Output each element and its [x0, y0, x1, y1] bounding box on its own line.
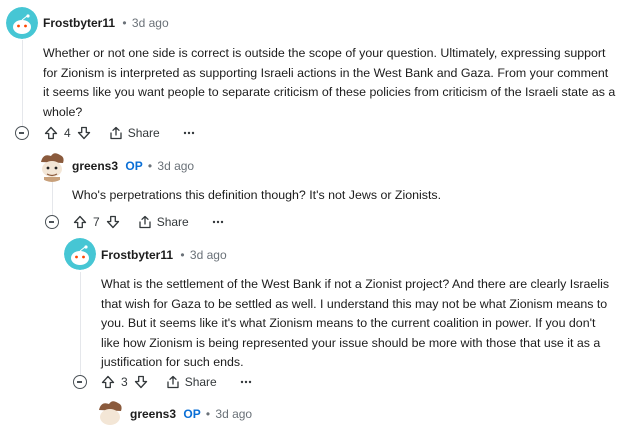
comment-body: What is the settlement of the West Bank …	[101, 275, 633, 373]
vote-count: 3	[121, 375, 128, 389]
comment-line: you. But it seems like it's what Zionism…	[101, 316, 596, 330]
op-badge: OP	[183, 407, 201, 421]
vote-count: 7	[93, 215, 100, 229]
ellipsis-icon	[212, 220, 223, 224]
share-button[interactable]: Share	[166, 375, 217, 389]
comment-line: What is the settlement of the West Bank …	[101, 277, 610, 291]
comment-header: Frostbyter11 • 3d ago	[101, 248, 227, 262]
thread-line	[22, 40, 23, 140]
downvote-arrow-icon	[134, 375, 147, 389]
avatar[interactable]	[36, 150, 68, 182]
comment-actions: 4 Share	[44, 123, 196, 143]
comment-line: justification for such ends.	[101, 355, 244, 369]
timestamp[interactable]: 3d ago	[132, 16, 169, 30]
snoo-teal-avatar-icon	[6, 7, 38, 39]
avatar[interactable]	[6, 7, 38, 39]
upvote-arrow-icon	[44, 126, 58, 140]
comment-actions: 7 Share	[73, 212, 225, 232]
vote-count: 4	[64, 126, 71, 140]
downvote-button[interactable]	[134, 375, 148, 389]
author-name[interactable]: greens3	[130, 407, 176, 421]
share-label: Share	[156, 215, 189, 229]
author-name[interactable]: Frostbyter11	[101, 248, 173, 262]
ellipsis-icon	[183, 131, 194, 135]
separator: •	[180, 248, 185, 262]
collapse-thread-button[interactable]	[73, 375, 87, 389]
comment-line: that wish for Gaza to be settled as well…	[101, 296, 608, 311]
more-options-button[interactable]	[182, 126, 196, 140]
upvote-button[interactable]	[101, 375, 115, 389]
thread-line	[80, 272, 81, 382]
more-options-button[interactable]	[211, 215, 225, 229]
more-options-button[interactable]	[239, 375, 253, 389]
author-name[interactable]: greens3	[72, 159, 118, 173]
timestamp[interactable]: 3d ago	[215, 407, 252, 421]
timestamp[interactable]: 3d ago	[190, 248, 227, 262]
ellipsis-icon	[240, 380, 251, 384]
share-icon	[110, 126, 122, 140]
upvote-button[interactable]	[44, 126, 58, 140]
upvote-button[interactable]	[73, 215, 87, 229]
downvote-button[interactable]	[106, 215, 120, 229]
comment-line: whole?	[43, 104, 83, 119]
share-button[interactable]: Share	[109, 126, 160, 140]
share-icon	[139, 215, 151, 229]
upvote-arrow-icon	[101, 375, 115, 389]
share-label: Share	[184, 375, 217, 389]
upvote-arrow-icon	[73, 215, 87, 229]
timestamp[interactable]: 3d ago	[157, 159, 194, 173]
author-name[interactable]: Frostbyter11	[43, 16, 115, 30]
comment-line: like how Zionism is being represented yo…	[101, 335, 601, 350]
op-badge: OP	[125, 159, 143, 173]
snoo-teal-avatar-icon	[64, 238, 96, 270]
downvote-arrow-icon	[77, 126, 90, 140]
share-icon	[167, 375, 179, 389]
comment-line: for Zionism is interpreted as supporting…	[43, 65, 609, 80]
snoo-brown-avatar-icon	[36, 150, 68, 182]
separator: •	[122, 16, 127, 30]
comment-header: greens3 OP • 3d ago	[72, 159, 194, 173]
comment-header: greens3 OP • 3d ago	[130, 407, 252, 421]
comment-line: Whether or not one side is correct is ou…	[43, 46, 606, 60]
separator: •	[147, 159, 153, 173]
comment-body: Who's perpetrations this definition thou…	[72, 186, 632, 206]
share-label: Share	[127, 126, 160, 140]
collapse-thread-button[interactable]	[45, 215, 59, 229]
snoo-brown-avatar-icon	[94, 398, 126, 430]
comment-line: it seems like you want people to separat…	[43, 85, 616, 99]
collapse-thread-button[interactable]	[15, 126, 29, 140]
comment-actions: 3 Share	[101, 372, 253, 392]
avatar[interactable]	[94, 398, 126, 430]
downvote-arrow-icon	[106, 215, 119, 229]
separator: •	[205, 407, 211, 421]
avatar[interactable]	[64, 238, 96, 270]
comment-header: Frostbyter11 • 3d ago	[43, 16, 169, 30]
comment-line: Who's perpetrations this definition thou…	[72, 188, 442, 202]
share-button[interactable]: Share	[138, 215, 189, 229]
comment-body: Whether or not one side is correct is ou…	[43, 44, 633, 122]
downvote-button[interactable]	[77, 126, 91, 140]
